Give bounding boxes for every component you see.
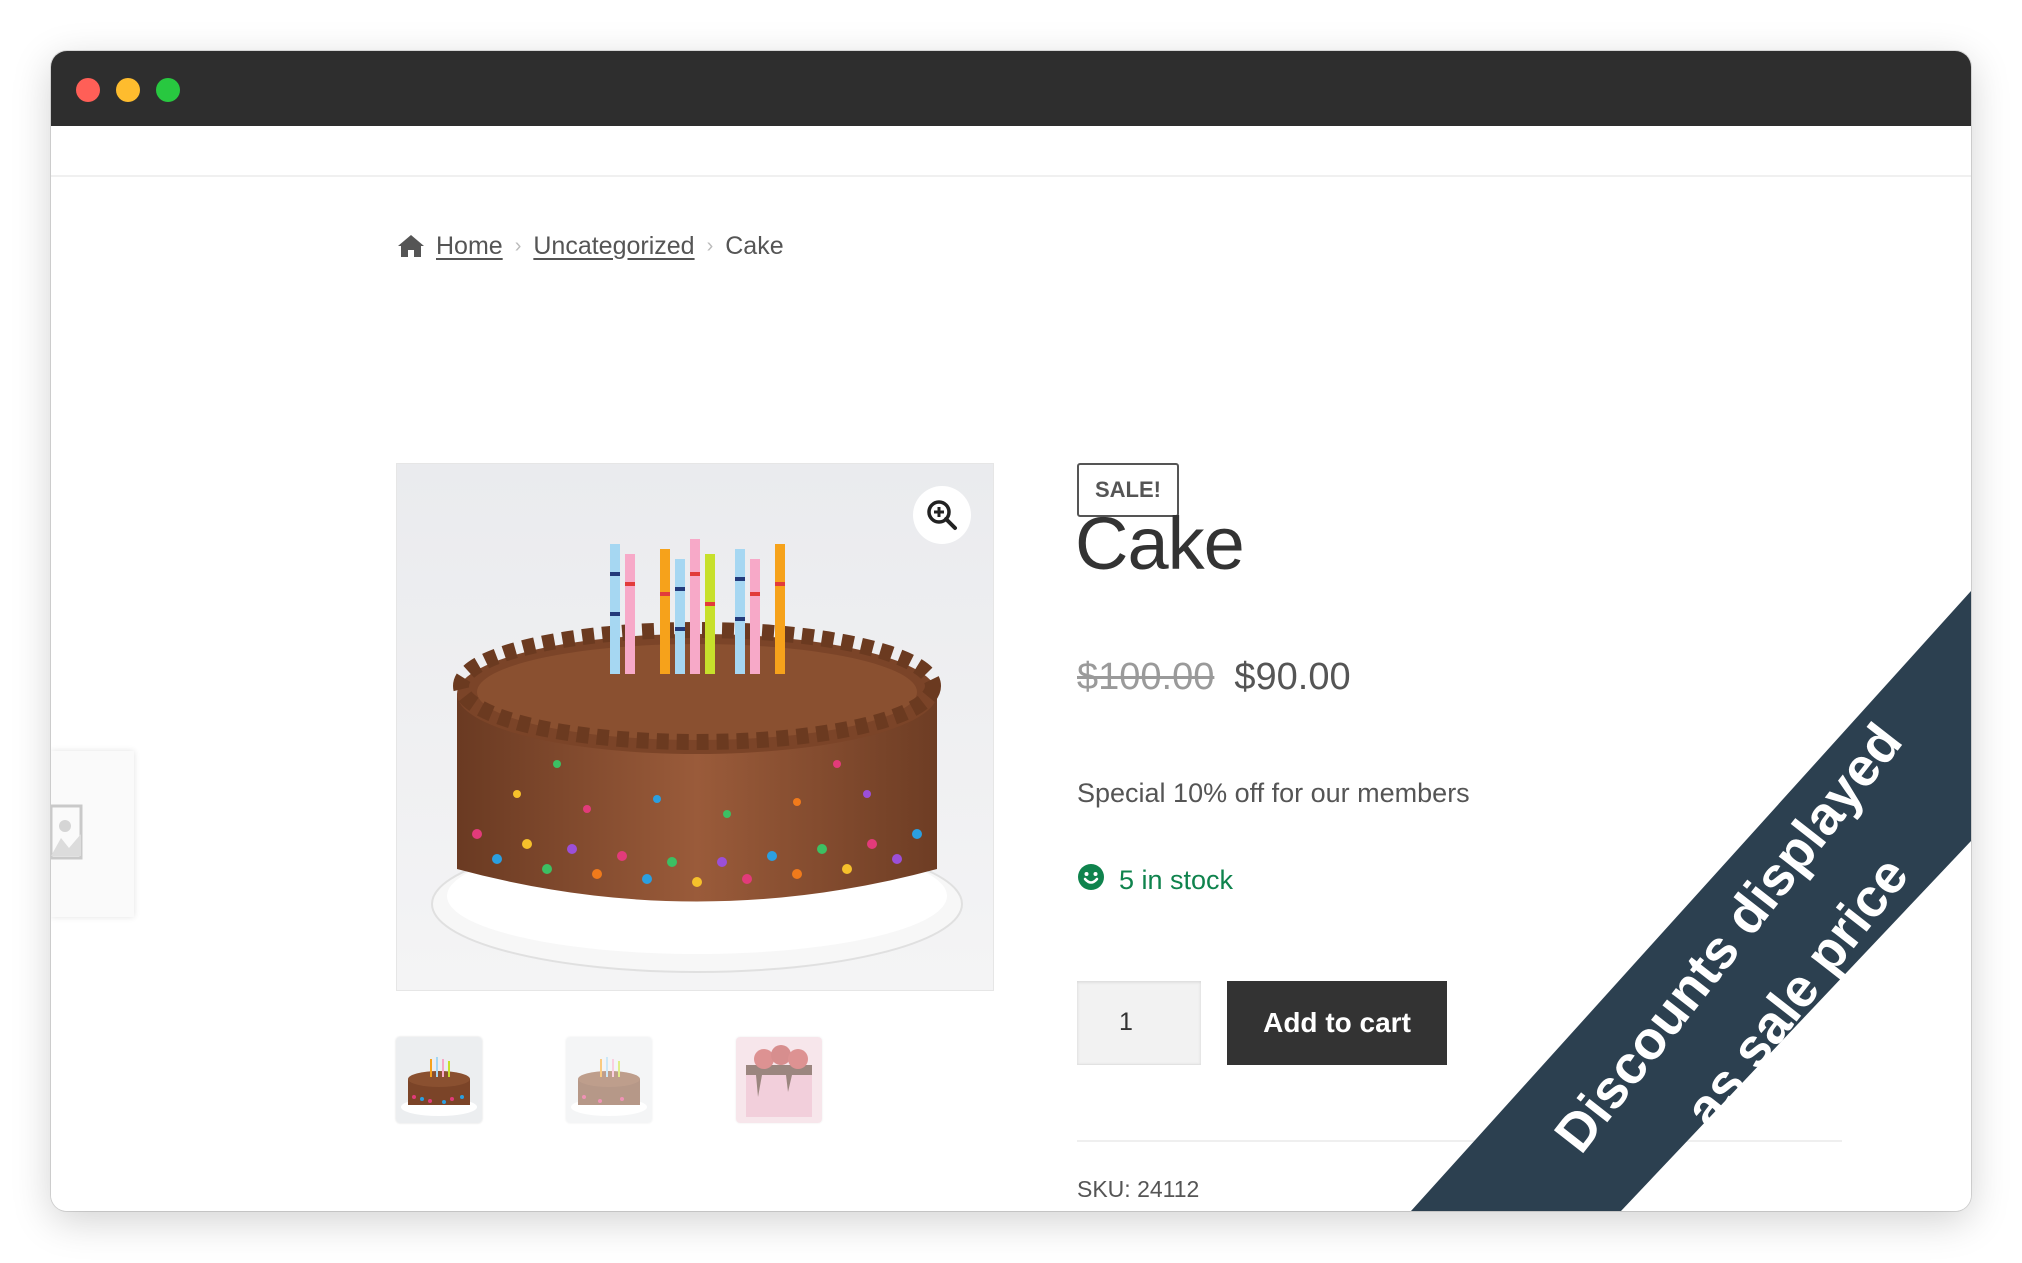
product-thumbnail[interactable]: [736, 1037, 822, 1123]
zoom-button[interactable]: [913, 486, 971, 544]
product-title: Cake: [1075, 502, 1245, 585]
stock-label: 5 in stock: [1119, 865, 1234, 895]
page-content: Home › Uncategorized › Cake SALE! Cake $…: [51, 126, 1971, 1211]
regular-price: $100.00: [1077, 656, 1215, 698]
ribbon-line-2: as sale price: [1673, 846, 1920, 1138]
window-titlebar: [51, 51, 1971, 126]
maximize-window-button[interactable]: [156, 78, 180, 102]
discount-ribbon: Discounts displayed as sale price: [1411, 591, 1971, 1211]
meta-divider: [1077, 1140, 1842, 1142]
product-thumbnails: [396, 1037, 822, 1123]
side-placeholder-card[interactable]: [51, 751, 134, 917]
product-sku: SKU: 24112: [1077, 1176, 1199, 1203]
sku-value: 24112: [1137, 1176, 1200, 1202]
browser-window: Home › Uncategorized › Cake SALE! Cake $…: [51, 51, 1971, 1211]
home-icon: [396, 233, 426, 259]
breadcrumb-home-link[interactable]: Home: [436, 232, 503, 261]
short-description: Special 10% off for our members: [1077, 778, 1470, 808]
sku-label: SKU:: [1077, 1176, 1131, 1202]
sale-price: $90.00: [1234, 656, 1351, 698]
close-window-button[interactable]: [76, 78, 100, 102]
product-thumbnail[interactable]: [396, 1037, 482, 1123]
breadcrumb-separator: ›: [706, 234, 714, 257]
ribbon-line-1: Discounts displayed: [1543, 713, 1914, 1164]
product-main-image[interactable]: [396, 463, 994, 991]
smiley-icon: [1077, 863, 1105, 898]
breadcrumb-separator: ›: [514, 234, 522, 257]
product-thumbnail[interactable]: [566, 1037, 652, 1123]
minimize-window-button[interactable]: [116, 78, 140, 102]
price: $100.00 $90.00: [1077, 656, 1351, 699]
breadcrumb: Home › Uncategorized › Cake: [396, 226, 784, 266]
quantity-input[interactable]: [1077, 981, 1201, 1065]
stock-status: 5 in stock: [1077, 863, 1233, 898]
breadcrumb-current: Cake: [725, 231, 784, 260]
zoom-in-icon: [926, 499, 958, 531]
breadcrumb-category-link[interactable]: Uncategorized: [533, 232, 694, 261]
add-to-cart-button[interactable]: Add to cart: [1227, 981, 1447, 1065]
image-placeholder-icon: [51, 804, 85, 865]
header-divider: [51, 175, 1971, 177]
